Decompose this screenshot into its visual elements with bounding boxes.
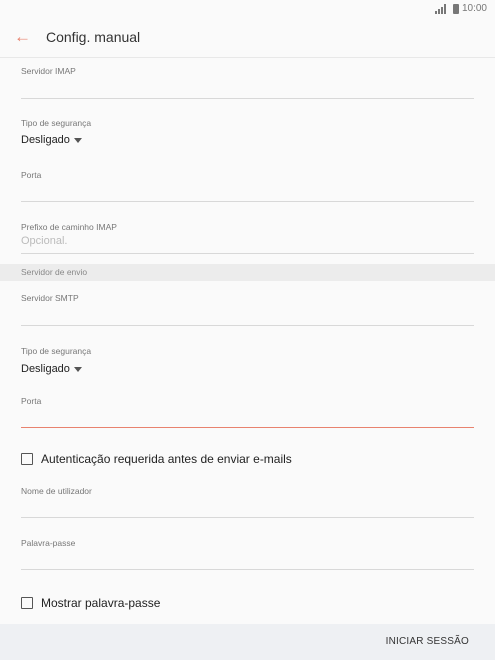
imap-path-prefix-placeholder: Opcional. xyxy=(21,235,68,247)
imap-server-label: Servidor IMAP xyxy=(21,66,76,76)
outgoing-security-type-dropdown[interactable]: Desligado xyxy=(21,363,82,375)
status-bar: 10:00 xyxy=(0,0,495,18)
smtp-server-field[interactable]: Servidor SMTP xyxy=(21,293,474,327)
checkbox-icon xyxy=(21,597,33,609)
imap-server-underline xyxy=(21,98,474,99)
app-bar: ← Config. manual xyxy=(0,18,495,58)
username-label: Nome de utilizador xyxy=(21,486,92,496)
smtp-server-underline xyxy=(21,325,474,326)
auth-required-label: Autenticação requerida antes de enviar e… xyxy=(41,452,292,466)
security-type-dropdown[interactable]: Desligado xyxy=(21,134,82,146)
outgoing-server-section: Servidor de envio xyxy=(0,264,495,281)
outgoing-port-field[interactable]: Porta xyxy=(21,396,474,429)
security-type-label-1-wrap: Tipo de segurança xyxy=(21,118,474,130)
security-type-value: Desligado xyxy=(21,134,70,146)
password-field[interactable]: Palavra-passe xyxy=(21,538,474,571)
password-underline xyxy=(21,569,474,570)
show-password-checkbox[interactable]: Mostrar palavra-passe xyxy=(21,596,160,610)
security-type-label: Tipo de segurança xyxy=(21,346,92,356)
password-label: Palavra-passe xyxy=(21,538,76,548)
dropdown-arrow-icon xyxy=(73,366,82,372)
port-label: Porta xyxy=(21,396,42,406)
status-time: 10:00 xyxy=(461,3,487,14)
port-underline-active xyxy=(21,427,474,428)
auth-required-checkbox[interactable]: Autenticação requerida antes de enviar e… xyxy=(21,452,292,466)
imap-path-prefix-field[interactable]: Prefixo de caminho IMAP Opcional. xyxy=(21,222,474,255)
username-underline xyxy=(21,517,474,518)
battery-icon xyxy=(452,3,459,14)
security-type-label: Tipo de segurança xyxy=(21,118,92,128)
security-type-value: Desligado xyxy=(21,363,70,375)
incoming-port-field[interactable]: Porta xyxy=(21,170,474,203)
imap-server-field[interactable]: Servidor IMAP xyxy=(21,66,474,100)
username-field[interactable]: Nome de utilizador xyxy=(21,486,474,519)
page-title: Config. manual xyxy=(46,29,141,45)
imap-path-prefix-underline xyxy=(21,253,474,254)
checkbox-icon xyxy=(21,453,33,465)
port-label: Porta xyxy=(21,170,42,180)
dropdown-arrow-icon xyxy=(73,137,82,143)
signal-icon xyxy=(434,3,448,14)
bottom-action-bar: INICIAR SESSÃO xyxy=(0,624,495,660)
smtp-server-label: Servidor SMTP xyxy=(21,293,79,303)
security-type-label-2-wrap: Tipo de segurança xyxy=(21,346,474,358)
port-underline xyxy=(21,201,474,202)
back-arrow-icon[interactable]: ← xyxy=(14,26,34,48)
imap-path-prefix-label: Prefixo de caminho IMAP xyxy=(21,222,117,232)
sign-in-button[interactable]: INICIAR SESSÃO xyxy=(386,636,469,647)
section-label: Servidor de envio xyxy=(21,267,88,277)
show-password-label: Mostrar palavra-passe xyxy=(41,596,161,610)
